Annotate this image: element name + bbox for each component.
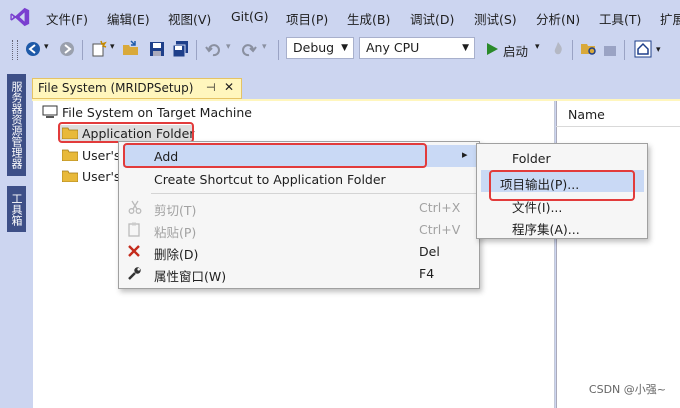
toolbar-separator <box>572 40 573 60</box>
start-dropdown-icon[interactable]: ▾ <box>535 42 540 52</box>
chevron-down-icon: ▼ <box>462 43 469 53</box>
toolbar-grip[interactable] <box>12 40 18 60</box>
menu-edit[interactable]: 编辑(E) <box>107 9 150 28</box>
callout-box <box>58 122 194 143</box>
open-folder-icon[interactable] <box>122 40 140 58</box>
back-icon[interactable] <box>24 40 42 58</box>
home-icon[interactable] <box>634 40 652 58</box>
tree-root[interactable]: File System on Target Machine <box>62 105 252 120</box>
menu-item-properties[interactable]: 属性窗口(W) <box>154 266 226 285</box>
name-column-header[interactable]: Name <box>556 101 680 127</box>
menu-debug[interactable]: 调试(D) <box>410 9 454 28</box>
wrench-icon <box>128 267 141 280</box>
configuration-value: Debug <box>293 40 335 55</box>
folder-icon <box>62 170 78 182</box>
cut-icon <box>128 200 142 214</box>
toolbar-separator <box>624 40 625 60</box>
redo-dropdown-icon[interactable]: ▾ <box>262 42 267 52</box>
menu-tools[interactable]: 工具(T) <box>599 9 641 28</box>
folder-icon <box>62 149 78 161</box>
menu-view[interactable]: 视图(V) <box>168 9 211 28</box>
watermark: CSDN @小强~ <box>588 383 666 396</box>
toolbar-separator <box>278 40 279 60</box>
menu-test[interactable]: 测试(S) <box>474 9 517 28</box>
toolbar-separator <box>196 40 197 60</box>
submenu-item-assembly[interactable]: 程序集(A)... <box>512 219 580 238</box>
menu-item-paste[interactable]: 粘贴(P) <box>154 222 196 241</box>
tree-item-users-programs[interactable]: User's <box>82 169 120 184</box>
menu-file[interactable]: 文件(F) <box>46 9 88 28</box>
document-tab-title: File System (MRIDPSetup) <box>38 81 194 95</box>
pin-icon[interactable]: ⊣ <box>206 81 216 94</box>
submenu-arrow-icon: ▸ <box>462 148 468 161</box>
menu-git[interactable]: Git(G) <box>231 9 269 24</box>
callout-box <box>123 143 427 168</box>
tree-item-users-desktop[interactable]: User's <box>82 148 120 163</box>
back-dropdown-icon[interactable]: ▾ <box>44 42 49 52</box>
new-project-icon[interactable] <box>90 40 108 58</box>
redo-icon[interactable] <box>240 40 258 58</box>
menu-item-cut[interactable]: 剪切(T) <box>154 200 196 219</box>
callout-box <box>489 170 635 201</box>
delete-icon <box>128 245 140 257</box>
visual-studio-logo-icon[interactable] <box>9 6 31 28</box>
menu-project[interactable]: 项目(P) <box>286 9 328 28</box>
menu-shortcut-delete: Del <box>419 244 440 259</box>
save-icon[interactable] <box>148 40 166 58</box>
undo-icon[interactable] <box>204 40 222 58</box>
menu-shortcut-paste: Ctrl+V <box>419 222 461 237</box>
toolbar-overflow-icon[interactable]: ▾ <box>656 45 661 55</box>
configuration-select[interactable]: Debug ▼ <box>286 37 354 59</box>
menu-extensions[interactable]: 扩展 <box>660 9 680 28</box>
paste-icon <box>128 222 140 237</box>
menu-analyze[interactable]: 分析(N) <box>536 9 580 28</box>
menu-build[interactable]: 生成(B) <box>347 9 390 28</box>
server-explorer-tab[interactable]: 服务器资源管理器 <box>7 74 26 176</box>
platform-value: Any CPU <box>366 40 420 55</box>
new-dropdown-icon[interactable]: ▾ <box>110 42 115 52</box>
hot-reload-icon[interactable] <box>549 40 567 58</box>
undo-dropdown-icon[interactable]: ▾ <box>226 42 231 52</box>
menu-item-delete[interactable]: 删除(D) <box>154 244 198 263</box>
find-in-files-icon[interactable] <box>580 40 598 58</box>
start-button[interactable]: 启动 <box>503 41 528 60</box>
menu-shortcut-cut: Ctrl+X <box>419 200 461 215</box>
menu-separator <box>151 193 477 194</box>
toolbar-icon[interactable] <box>602 40 620 58</box>
toolbar-separator <box>82 40 83 60</box>
platform-select[interactable]: Any CPU ▼ <box>359 37 475 59</box>
save-all-icon[interactable] <box>172 40 190 58</box>
close-icon[interactable]: ✕ <box>224 80 234 94</box>
forward-icon[interactable] <box>58 40 76 58</box>
column-header-label: Name <box>568 107 605 122</box>
toolbox-tab[interactable]: 工具箱 <box>7 186 26 232</box>
submenu-item-folder[interactable]: Folder <box>512 151 551 166</box>
play-icon[interactable] <box>483 40 501 58</box>
computer-icon <box>42 105 58 118</box>
menu-item-create-shortcut[interactable]: Create Shortcut to Application Folder <box>154 172 386 187</box>
chevron-down-icon: ▼ <box>341 43 348 53</box>
menu-shortcut-properties: F4 <box>419 266 435 281</box>
